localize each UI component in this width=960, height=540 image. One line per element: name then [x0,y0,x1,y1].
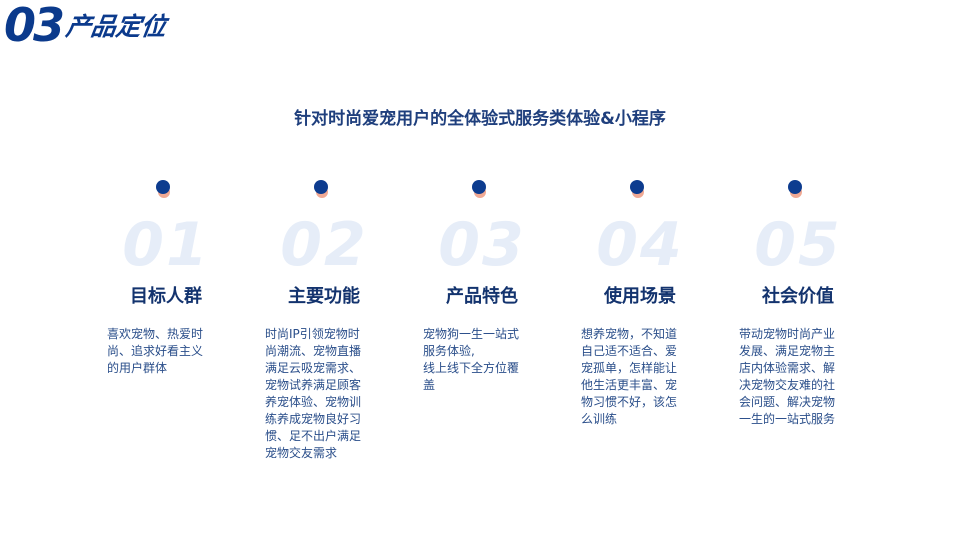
timeline-dot-icon [629,180,649,200]
column-title: 目标人群 [130,286,202,307]
column-number: 01 [122,210,210,280]
column-number: 04 [596,210,684,280]
timeline-dot-icon [313,180,333,200]
section-number: 03 [4,0,65,52]
column-2: 02 主要功能 时尚IP引领宠物时 尚潮流、宠物直播 满足云吸宠需求、 宠物试养… [265,180,383,460]
section-header: 03 产品定位 [4,0,169,52]
timeline-dot-icon [155,180,175,200]
column-number: 05 [754,210,842,280]
column-title: 使用场景 [604,286,676,307]
column-title: 产品特色 [446,286,518,307]
column-1: 01 目标人群 喜欢宠物、热爱时 尚、追求好看主义 的用户群体 [107,180,225,375]
column-title: 社会价值 [762,286,834,307]
column-body: 想养宠物，不知道 自己适不适合、爱 宠孤单，怎样能让 他生活更丰富、宠 物习惯不… [581,327,678,426]
timeline-dot-icon [471,180,491,200]
column-4: 04 使用场景 想养宠物，不知道 自己适不适合、爱 宠孤单，怎样能让 他生活更丰… [581,180,699,426]
column-body: 宠物狗一生一站式 服务体验, 线上线下全方位覆 盖 [423,327,520,392]
column-3: 03 产品特色 宠物狗一生一站式 服务体验, 线上线下全方位覆 盖 [423,180,541,392]
column-body: 时尚IP引领宠物时 尚潮流、宠物直播 满足云吸宠需求、 宠物试养满足顾客 养宠体… [265,327,362,460]
column-title: 主要功能 [288,286,360,307]
column-5: 05 社会价值 带动宠物时尚产业 发展、满足宠物主 店内体验需求、解 决宠物交友… [739,180,857,426]
column-number: 02 [280,210,368,280]
page-subtitle: 针对时尚爱宠用户的全体验式服务类体验&小程序 [294,109,666,129]
timeline-dot-icon [787,180,807,200]
column-number: 03 [438,210,526,280]
column-body: 带动宠物时尚产业 发展、满足宠物主 店内体验需求、解 决宠物交友难的社 会问题、… [739,327,836,426]
section-title: 产品定位 [64,12,169,41]
column-body: 喜欢宠物、热爱时 尚、追求好看主义 的用户群体 [107,327,204,375]
